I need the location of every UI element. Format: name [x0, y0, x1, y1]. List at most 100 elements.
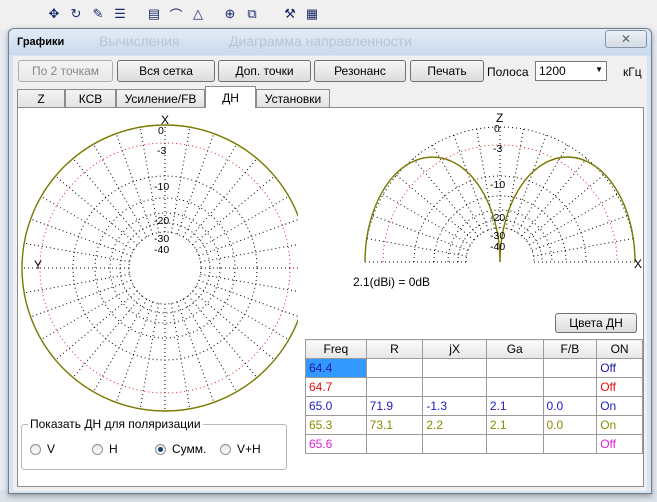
- grid-spoke: [511, 134, 547, 231]
- table-cell-freq[interactable]: 65.3: [305, 415, 367, 435]
- polarization-option-v-plus-h[interactable]: V+H: [220, 442, 261, 456]
- resonance-button[interactable]: Резонанс: [314, 60, 406, 82]
- column-header-fb[interactable]: F/B: [542, 339, 598, 359]
- draw-icon[interactable]: ⌒: [168, 6, 184, 23]
- polarization-option-sum[interactable]: Сумм.: [155, 442, 206, 456]
- background-ghost-text: Диаграмма направленности: [229, 33, 412, 49]
- grid-spoke: [30, 279, 132, 318]
- triangle-icon[interactable]: △: [190, 6, 206, 22]
- axis-x-right-label: X: [634, 257, 642, 271]
- table-cell-ga[interactable]: [485, 434, 544, 454]
- ring-label-10: -10: [490, 179, 505, 191]
- grid-spoke: [192, 290, 275, 361]
- table-cell-on[interactable]: Off: [596, 358, 643, 378]
- table-cell-ga[interactable]: 2.1: [485, 415, 544, 435]
- table-cell-ga[interactable]: [485, 377, 544, 397]
- table-cell-freq[interactable]: 64.4: [305, 358, 367, 378]
- table-cell-ga[interactable]: [485, 358, 544, 378]
- column-header-ga[interactable]: Ga: [485, 339, 544, 359]
- radio-label: Сумм.: [172, 442, 207, 456]
- polarization-option-v[interactable]: V: [30, 442, 55, 456]
- table-cell-r[interactable]: [365, 377, 424, 397]
- table-cell-fb[interactable]: 0.0: [542, 396, 598, 416]
- table-cell-freq[interactable]: 64.7: [305, 377, 367, 397]
- grid-spoke: [72, 295, 143, 378]
- table-cell-freq[interactable]: 65.0: [305, 396, 367, 416]
- table-row[interactable]: 65.0 71.9 -1.3 2.1 0.0 On: [305, 396, 643, 416]
- background-app-left: [0, 30, 8, 502]
- table-cell-jx[interactable]: -1.3: [422, 396, 487, 416]
- axis-y-label: Y: [34, 258, 42, 272]
- table-cell-on[interactable]: Off: [596, 377, 643, 397]
- table-cell-fb[interactable]: [542, 377, 598, 397]
- polarization-option-h[interactable]: H: [92, 442, 118, 456]
- table-row[interactable]: 65.3 73.1 2.2 2.1 0.0 On: [305, 415, 643, 435]
- polarization-group: Показать ДН для поляризации V H Сумм. V+…: [21, 417, 287, 470]
- copy-icon[interactable]: ⧉: [244, 6, 260, 22]
- grid-spoke: [198, 219, 298, 257]
- grid-spoke: [182, 298, 237, 393]
- pattern-tab-page: X Y 0 -3 -10 -20 -30 -40 Z X 0 -3 -10 -2…: [17, 107, 644, 487]
- table-cell-jx[interactable]: [422, 358, 487, 378]
- column-header-freq[interactable]: Freq: [305, 339, 367, 359]
- rotate-icon[interactable]: ↻: [68, 6, 84, 22]
- table-cell-jx[interactable]: 2.2: [422, 415, 487, 435]
- table-cell-on[interactable]: Off: [596, 434, 643, 454]
- table-cell-on[interactable]: On: [596, 415, 643, 435]
- edit-icon[interactable]: ✎: [90, 6, 106, 22]
- table-cell-r[interactable]: [365, 358, 424, 378]
- print-button[interactable]: Печать: [410, 60, 484, 82]
- table-cell-fb[interactable]: 0.0: [542, 415, 598, 435]
- tools-icon[interactable]: ⚒: [282, 6, 298, 22]
- grid-spoke: [170, 303, 191, 409]
- move-icon[interactable]: ✥: [46, 6, 62, 22]
- grid-spoke: [529, 194, 618, 246]
- tab-pattern[interactable]: ДН: [205, 86, 256, 108]
- table-cell-fb[interactable]: [542, 434, 598, 454]
- table-cell-jx[interactable]: [422, 377, 487, 397]
- table-row[interactable]: 64.4 Off: [305, 358, 643, 378]
- pattern-colors-button[interactable]: Цвета ДН: [555, 313, 637, 333]
- grid-spoke: [182, 143, 237, 238]
- grid-spoke: [192, 175, 275, 246]
- table-cell-r[interactable]: 71.9: [365, 396, 424, 416]
- window-titlebar[interactable]: Графики Вычисления Диаграмма направленно…: [9, 29, 651, 55]
- table-cell-r[interactable]: [365, 434, 424, 454]
- tab-swr[interactable]: КСВ: [65, 89, 116, 107]
- extra-points-button[interactable]: Доп. точки: [218, 60, 311, 82]
- table-row[interactable]: 65.6 Off: [305, 434, 643, 454]
- table-header-row: Freq R jX Ga F/B ON: [305, 339, 643, 359]
- table-row[interactable]: 64.7 Off: [305, 377, 643, 397]
- table-cell-r[interactable]: 73.1: [365, 415, 424, 435]
- grid-spoke: [366, 238, 467, 257]
- crosshair-icon[interactable]: ⊕: [222, 6, 238, 22]
- column-header-jx[interactable]: jX: [422, 339, 487, 359]
- radio-circle-selected[interactable]: [155, 443, 166, 455]
- tab-settings[interactable]: Установки: [256, 89, 330, 107]
- tab-gain-fb[interactable]: Усиление/FB: [116, 89, 205, 107]
- table-cell-ga[interactable]: 2.1: [485, 396, 544, 416]
- radio-circle[interactable]: [92, 443, 103, 455]
- grid-spoke: [30, 218, 132, 257]
- table-cell-fb[interactable]: [542, 358, 598, 378]
- calculator-icon[interactable]: ▦: [304, 6, 320, 22]
- close-button[interactable]: ✕: [605, 30, 647, 48]
- column-header-on[interactable]: ON: [596, 339, 643, 359]
- radio-circle[interactable]: [220, 443, 231, 455]
- column-header-r[interactable]: R: [365, 339, 424, 359]
- table-cell-freq[interactable]: 65.6: [305, 434, 367, 454]
- wire-settings-icon[interactable]: ☰: [112, 6, 128, 22]
- full-grid-button[interactable]: Вся сетка: [117, 60, 215, 82]
- grid-spoke: [40, 285, 135, 340]
- table-cell-jx[interactable]: [422, 434, 487, 454]
- radio-circle[interactable]: [30, 443, 41, 455]
- document-icon[interactable]: ▤: [146, 6, 162, 22]
- tab-z[interactable]: Z: [17, 89, 65, 107]
- band-select[interactable]: 1200 ▼: [535, 61, 607, 81]
- band-label: Полоса: [487, 65, 529, 79]
- grid-spoke: [412, 158, 479, 237]
- window-client: По 2 точкам Вся сетка Доп. точки Резонан…: [13, 56, 647, 491]
- table-cell-on[interactable]: On: [596, 396, 643, 416]
- two-points-button[interactable]: По 2 точкам: [18, 60, 113, 82]
- grid-spoke: [531, 215, 628, 251]
